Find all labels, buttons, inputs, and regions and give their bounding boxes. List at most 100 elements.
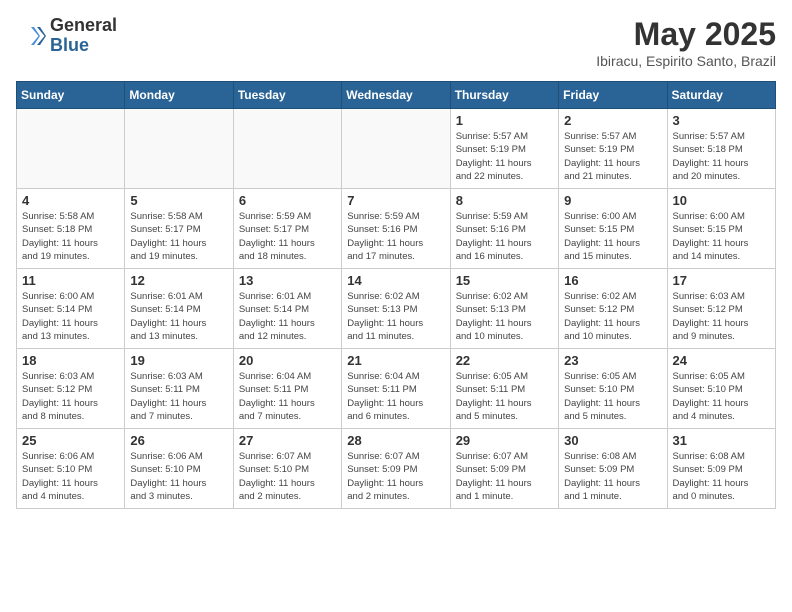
calendar-day-11: 11 Sunrise: 6:00 AM Sunset: 5:14 PM Dayli… (17, 269, 125, 349)
day-info: Sunrise: 6:02 AM Sunset: 5:12 PM Dayligh… (564, 290, 661, 343)
logo-blue-text: Blue (50, 36, 117, 56)
calendar-day-29: 29 Sunrise: 6:07 AM Sunset: 5:09 PM Dayli… (450, 429, 558, 509)
day-info: Sunrise: 5:57 AM Sunset: 5:18 PM Dayligh… (673, 130, 770, 183)
day-info: Sunrise: 6:04 AM Sunset: 5:11 PM Dayligh… (347, 370, 444, 423)
weekday-header-friday: Friday (559, 82, 667, 109)
calendar-day-15: 15 Sunrise: 6:02 AM Sunset: 5:13 PM Dayli… (450, 269, 558, 349)
calendar-day-31: 31 Sunrise: 6:08 AM Sunset: 5:09 PM Dayli… (667, 429, 775, 509)
calendar-table: SundayMondayTuesdayWednesdayThursdayFrid… (16, 81, 776, 509)
day-info: Sunrise: 6:08 AM Sunset: 5:09 PM Dayligh… (564, 450, 661, 503)
day-info: Sunrise: 6:08 AM Sunset: 5:09 PM Dayligh… (673, 450, 770, 503)
day-number: 7 (347, 193, 444, 208)
day-info: Sunrise: 6:06 AM Sunset: 5:10 PM Dayligh… (22, 450, 119, 503)
calendar-day-22: 22Sunrise: 6:05 AM Sunset: 5:11 PM Dayli… (450, 349, 558, 429)
day-info: Sunrise: 6:07 AM Sunset: 5:10 PM Dayligh… (239, 450, 336, 503)
calendar-day-empty (342, 109, 450, 189)
day-number: 26 (130, 433, 227, 448)
calendar-day-19: 19 Sunrise: 6:03 AM Sunset: 5:11 PM Dayli… (125, 349, 233, 429)
day-number: 16 (564, 273, 661, 288)
day-number: 11 (22, 273, 119, 288)
day-number: 31 (673, 433, 770, 448)
calendar-day-26: 26 Sunrise: 6:06 AM Sunset: 5:10 PM Dayli… (125, 429, 233, 509)
day-number: 15 (456, 273, 553, 288)
day-number: 19 (130, 353, 227, 368)
calendar-day-30: 30 Sunrise: 6:08 AM Sunset: 5:09 PM Dayli… (559, 429, 667, 509)
calendar-day-13: 13Sunrise: 6:01 AM Sunset: 5:14 PM Dayli… (233, 269, 341, 349)
main-title: May 2025 (596, 16, 776, 53)
title-block: May 2025 Ibiracu, Espirito Santo, Brazil (596, 16, 776, 69)
day-number: 14 (347, 273, 444, 288)
day-info: Sunrise: 6:00 AM Sunset: 5:15 PM Dayligh… (564, 210, 661, 263)
calendar-week-5: 25 Sunrise: 6:06 AM Sunset: 5:10 PM Dayli… (17, 429, 776, 509)
day-info: Sunrise: 5:59 AM Sunset: 5:16 PM Dayligh… (347, 210, 444, 263)
day-number: 30 (564, 433, 661, 448)
day-info: Sunrise: 6:05 AM Sunset: 5:10 PM Dayligh… (673, 370, 770, 423)
calendar-week-3: 11 Sunrise: 6:00 AM Sunset: 5:14 PM Dayli… (17, 269, 776, 349)
day-info: Sunrise: 6:03 AM Sunset: 5:11 PM Dayligh… (130, 370, 227, 423)
day-number: 20 (239, 353, 336, 368)
calendar-day-24: 24 Sunrise: 6:05 AM Sunset: 5:10 PM Dayli… (667, 349, 775, 429)
calendar-day-20: 20 Sunrise: 6:04 AM Sunset: 5:11 PM Dayli… (233, 349, 341, 429)
day-info: Sunrise: 5:58 AM Sunset: 5:17 PM Dayligh… (130, 210, 227, 263)
calendar-day-10: 10 Sunrise: 6:00 AM Sunset: 5:15 PM Dayli… (667, 189, 775, 269)
day-info: Sunrise: 6:01 AM Sunset: 5:14 PM Dayligh… (130, 290, 227, 343)
calendar-day-5: 5 Sunrise: 5:58 AM Sunset: 5:17 PM Daylig… (125, 189, 233, 269)
calendar-day-4: 4Sunrise: 5:58 AM Sunset: 5:18 PM Daylig… (17, 189, 125, 269)
day-number: 17 (673, 273, 770, 288)
day-info: Sunrise: 6:00 AM Sunset: 5:14 PM Dayligh… (22, 290, 119, 343)
day-info: Sunrise: 6:00 AM Sunset: 5:15 PM Dayligh… (673, 210, 770, 263)
calendar-day-9: 9 Sunrise: 6:00 AM Sunset: 5:15 PM Daylig… (559, 189, 667, 269)
day-number: 27 (239, 433, 336, 448)
day-info: Sunrise: 5:59 AM Sunset: 5:16 PM Dayligh… (456, 210, 553, 263)
calendar-day-1: 1 Sunrise: 5:57 AM Sunset: 5:19 PM Daylig… (450, 109, 558, 189)
day-number: 25 (22, 433, 119, 448)
calendar-day-6: 6 Sunrise: 5:59 AM Sunset: 5:17 PM Daylig… (233, 189, 341, 269)
day-number: 28 (347, 433, 444, 448)
calendar-week-2: 4Sunrise: 5:58 AM Sunset: 5:18 PM Daylig… (17, 189, 776, 269)
day-number: 4 (22, 193, 119, 208)
day-info: Sunrise: 5:57 AM Sunset: 5:19 PM Dayligh… (456, 130, 553, 183)
weekday-header-tuesday: Tuesday (233, 82, 341, 109)
day-number: 3 (673, 113, 770, 128)
day-info: Sunrise: 6:03 AM Sunset: 5:12 PM Dayligh… (22, 370, 119, 423)
calendar-day-8: 8 Sunrise: 5:59 AM Sunset: 5:16 PM Daylig… (450, 189, 558, 269)
calendar-day-16: 16 Sunrise: 6:02 AM Sunset: 5:12 PM Dayli… (559, 269, 667, 349)
day-info: Sunrise: 5:59 AM Sunset: 5:17 PM Dayligh… (239, 210, 336, 263)
day-info: Sunrise: 6:04 AM Sunset: 5:11 PM Dayligh… (239, 370, 336, 423)
day-info: Sunrise: 6:02 AM Sunset: 5:13 PM Dayligh… (456, 290, 553, 343)
day-number: 6 (239, 193, 336, 208)
day-info: Sunrise: 6:05 AM Sunset: 5:10 PM Dayligh… (564, 370, 661, 423)
weekday-header-sunday: Sunday (17, 82, 125, 109)
day-number: 24 (673, 353, 770, 368)
day-number: 21 (347, 353, 444, 368)
calendar-day-27: 27 Sunrise: 6:07 AM Sunset: 5:10 PM Dayli… (233, 429, 341, 509)
calendar-day-12: 12Sunrise: 6:01 AM Sunset: 5:14 PM Dayli… (125, 269, 233, 349)
day-number: 1 (456, 113, 553, 128)
calendar-day-7: 7 Sunrise: 5:59 AM Sunset: 5:16 PM Daylig… (342, 189, 450, 269)
weekday-header-saturday: Saturday (667, 82, 775, 109)
weekday-header-monday: Monday (125, 82, 233, 109)
day-number: 10 (673, 193, 770, 208)
day-info: Sunrise: 6:01 AM Sunset: 5:14 PM Dayligh… (239, 290, 336, 343)
logo-text: General Blue (50, 16, 117, 56)
page-header: General Blue May 2025 Ibiracu, Espirito … (16, 16, 776, 69)
logo-general-text: General (50, 16, 117, 36)
day-number: 2 (564, 113, 661, 128)
day-number: 5 (130, 193, 227, 208)
day-info: Sunrise: 6:07 AM Sunset: 5:09 PM Dayligh… (456, 450, 553, 503)
day-number: 29 (456, 433, 553, 448)
day-info: Sunrise: 6:06 AM Sunset: 5:10 PM Dayligh… (130, 450, 227, 503)
calendar-day-empty (17, 109, 125, 189)
calendar-day-empty (125, 109, 233, 189)
calendar-day-17: 17Sunrise: 6:03 AM Sunset: 5:12 PM Dayli… (667, 269, 775, 349)
day-number: 8 (456, 193, 553, 208)
calendar-day-21: 21 Sunrise: 6:04 AM Sunset: 5:11 PM Dayli… (342, 349, 450, 429)
calendar-day-28: 28Sunrise: 6:07 AM Sunset: 5:09 PM Dayli… (342, 429, 450, 509)
day-number: 9 (564, 193, 661, 208)
day-info: Sunrise: 5:57 AM Sunset: 5:19 PM Dayligh… (564, 130, 661, 183)
day-number: 22 (456, 353, 553, 368)
calendar-day-3: 3 Sunrise: 5:57 AM Sunset: 5:18 PM Daylig… (667, 109, 775, 189)
weekday-header-wednesday: Wednesday (342, 82, 450, 109)
calendar-day-18: 18Sunrise: 6:03 AM Sunset: 5:12 PM Dayli… (17, 349, 125, 429)
calendar-day-14: 14Sunrise: 6:02 AM Sunset: 5:13 PM Dayli… (342, 269, 450, 349)
